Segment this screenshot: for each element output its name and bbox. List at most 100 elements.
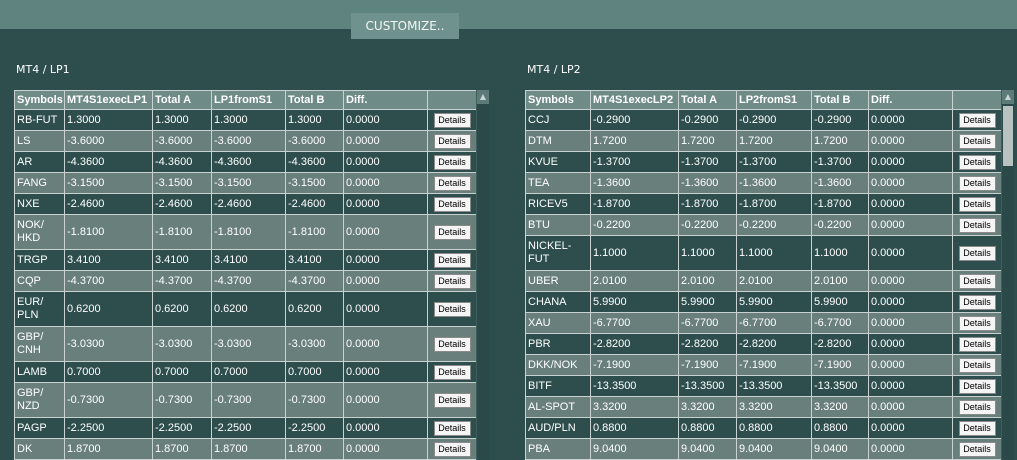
cell-from: -4.3700 — [211, 270, 286, 292]
table-row[interactable]: PAGP -2.2500 -2.2500 -2.2500 -2.2500 0.0000 De… — [14, 417, 476, 439]
table-row[interactable]: GBP/ NZD -0.7300 -0.7300 -0.7300 -0.7300 0.00… — [14, 382, 476, 418]
cell-total-b: -1.8100 — [285, 214, 344, 250]
column-header-total-b[interactable]: Total B — [811, 90, 869, 110]
details-button[interactable]: Details — [958, 337, 996, 352]
details-button[interactable]: Details — [958, 442, 996, 457]
cell-actions: Details — [952, 333, 1001, 355]
column-header-diff[interactable]: Diff. — [868, 90, 953, 110]
column-header-symbols[interactable]: Symbols — [525, 90, 591, 110]
details-button[interactable]: Details — [433, 253, 471, 268]
table-row[interactable]: FANG -3.1500 -3.1500 -3.1500 -3.1500 0.0000 De… — [14, 172, 476, 194]
table-row[interactable]: NXE -2.4600 -2.4600 -2.4600 -2.4600 0.0000 Det… — [14, 193, 476, 215]
details-button[interactable]: Details — [958, 421, 996, 436]
table-row[interactable]: RICEV5 -1.8700 -1.8700 -1.8700 -1.8700 0.0000… — [525, 193, 1001, 215]
table-row[interactable]: UBER 2.0100 2.0100 2.0100 2.0100 0.0000 Detail… — [525, 270, 1001, 292]
scrollbar-lp2[interactable]: ▲ — [1001, 90, 1014, 460]
details-button[interactable]: Details — [433, 393, 471, 408]
details-button[interactable]: Details — [958, 113, 996, 128]
table-row[interactable]: CCJ -0.2900 -0.2900 -0.2900 -0.2900 0.0000 Det… — [525, 109, 1001, 131]
details-button[interactable]: Details — [958, 176, 996, 191]
details-button[interactable]: Details — [958, 274, 996, 289]
cell-from: -1.8100 — [211, 214, 286, 250]
details-button[interactable]: Details — [433, 134, 471, 149]
column-header-exec[interactable]: MT4S1execLP1 — [64, 90, 153, 110]
scrollbar-lp1[interactable]: ▲ — [476, 90, 489, 460]
cell-diff: 0.0000 — [868, 193, 953, 215]
cell-exec: -1.8700 — [590, 193, 679, 215]
scrollbar-thumb[interactable] — [1003, 106, 1013, 166]
details-button[interactable]: Details — [958, 358, 996, 373]
cell-exec: 1.7200 — [590, 130, 679, 152]
details-button[interactable]: Details — [958, 218, 996, 233]
column-header-total-b[interactable]: Total B — [285, 90, 344, 110]
cell-total-a: -6.7700 — [678, 312, 737, 334]
table-row[interactable]: DTM 1.7200 1.7200 1.7200 1.7200 0.0000 Details — [525, 130, 1001, 152]
details-button[interactable]: Details — [958, 295, 996, 310]
details-button[interactable]: Details — [433, 302, 471, 317]
table-row[interactable]: GBP/ CNH -3.0300 -3.0300 -3.0300 -3.0300 0.00… — [14, 326, 476, 362]
table-row[interactable]: DKK/NOK -7.1900 -7.1900 -7.1900 -7.1900 0.000… — [525, 354, 1001, 376]
table-row[interactable]: BTU -0.2200 -0.2200 -0.2200 -0.2200 0.0000 Det… — [525, 214, 1001, 236]
column-header-total-a[interactable]: Total A — [152, 90, 212, 110]
details-button[interactable]: Details — [958, 134, 996, 149]
details-button[interactable]: Details — [958, 316, 996, 331]
details-button[interactable]: Details — [433, 365, 471, 380]
table-row[interactable]: RB-FUT 1.3000 1.3000 1.3000 1.3000 0.0000 Deta… — [14, 109, 476, 131]
cell-from: 0.6200 — [211, 291, 286, 327]
cell-total-b: -1.8700 — [811, 193, 869, 215]
table-row[interactable]: KVUE -1.3700 -1.3700 -1.3700 -1.3700 0.0000 De… — [525, 151, 1001, 173]
table-row[interactable]: TEA -1.3600 -1.3600 -1.3600 -1.3600 0.0000 Det… — [525, 172, 1001, 194]
details-button[interactable]: Details — [433, 421, 471, 436]
table-row[interactable]: DK 1.8700 1.8700 1.8700 1.8700 0.0000 Details — [14, 438, 476, 460]
table-row[interactable]: AR -4.3600 -4.3600 -4.3600 -4.3600 0.0000 Deta… — [14, 151, 476, 173]
details-button[interactable]: Details — [433, 442, 471, 457]
table-row[interactable]: NICKEL- FUT 1.1000 1.1000 1.1000 1.1000 0.000… — [525, 235, 1001, 271]
chevron-up-icon[interactable]: ▲ — [1002, 90, 1014, 104]
column-header-symbols[interactable]: Symbols — [14, 90, 65, 110]
column-header-diff[interactable]: Diff. — [343, 90, 428, 110]
cell-symbol: PBA — [525, 438, 591, 460]
cell-actions: Details — [952, 417, 1001, 439]
table-row[interactable]: BITF -13.3500 -13.3500 -13.3500 -13.3500 0.00… — [525, 375, 1001, 397]
table-row[interactable]: PBR -2.8200 -2.8200 -2.8200 -2.8200 0.0000 Det… — [525, 333, 1001, 355]
table-row[interactable]: EUR/ PLN 0.6200 0.6200 0.6200 0.6200 0.0000 De… — [14, 291, 476, 327]
details-button[interactable]: Details — [433, 197, 471, 212]
table-row[interactable]: CHANA 5.9900 5.9900 5.9900 5.9900 0.0000 Detai… — [525, 291, 1001, 313]
table-row[interactable]: LS -3.6000 -3.6000 -3.6000 -3.6000 0.0000 Deta… — [14, 130, 476, 152]
column-header-from[interactable]: LP1fromS1 — [211, 90, 286, 110]
cell-total-a: -1.3700 — [678, 151, 737, 173]
table-row[interactable]: LAMB 0.7000 0.7000 0.7000 0.7000 0.0000 Detail… — [14, 361, 476, 383]
cell-exec: -3.1500 — [64, 172, 153, 194]
table-row[interactable]: TRGP 3.4100 3.4100 3.4100 3.4100 0.0000 Detail… — [14, 249, 476, 271]
details-button[interactable]: Details — [433, 274, 471, 289]
details-button[interactable]: Details — [958, 400, 996, 415]
details-button[interactable]: Details — [433, 225, 471, 240]
details-button[interactable]: Details — [433, 155, 471, 170]
details-button[interactable]: Details — [958, 155, 996, 170]
table-row[interactable]: AL-SPOT 3.3200 3.3200 3.3200 3.3200 0.0000 Det… — [525, 396, 1001, 418]
table-row[interactable]: XAU -6.7700 -6.7700 -6.7700 -6.7700 0.0000 Det… — [525, 312, 1001, 334]
cell-total-a: 3.3200 — [678, 396, 737, 418]
cell-actions: Details — [427, 151, 476, 173]
cell-from: 1.7200 — [736, 130, 812, 152]
customize-button[interactable]: CUSTOMIZE.. — [351, 13, 459, 39]
cell-total-a: -2.2500 — [152, 417, 212, 439]
cell-actions: Details — [427, 382, 476, 418]
chevron-up-icon[interactable]: ▲ — [477, 90, 489, 104]
table-row[interactable]: NOK/ HKD -1.8100 -1.8100 -1.8100 -1.8100 0.00… — [14, 214, 476, 250]
table-row[interactable]: CQP -4.3700 -4.3700 -4.3700 -4.3700 0.0000 Det… — [14, 270, 476, 292]
details-button[interactable]: Details — [958, 246, 996, 261]
column-header-from[interactable]: LP2fromS1 — [736, 90, 812, 110]
table-row[interactable]: AUD/PLN 0.8800 0.8800 0.8800 0.8800 0.0000 Det… — [525, 417, 1001, 439]
details-button[interactable]: Details — [958, 197, 996, 212]
details-button[interactable]: Details — [433, 176, 471, 191]
table-row[interactable]: PBA 9.0400 9.0400 9.0400 9.0400 0.0000 Details — [525, 438, 1001, 460]
column-header-total-a[interactable]: Total A — [678, 90, 737, 110]
cell-symbol: AL-SPOT — [525, 396, 591, 418]
details-button[interactable]: Details — [958, 379, 996, 394]
details-button[interactable]: Details — [433, 113, 471, 128]
cell-symbol: DK — [14, 438, 65, 460]
cell-total-a: 1.8700 — [152, 438, 212, 460]
details-button[interactable]: Details — [433, 337, 471, 352]
column-header-exec[interactable]: MT4S1execLP2 — [590, 90, 679, 110]
